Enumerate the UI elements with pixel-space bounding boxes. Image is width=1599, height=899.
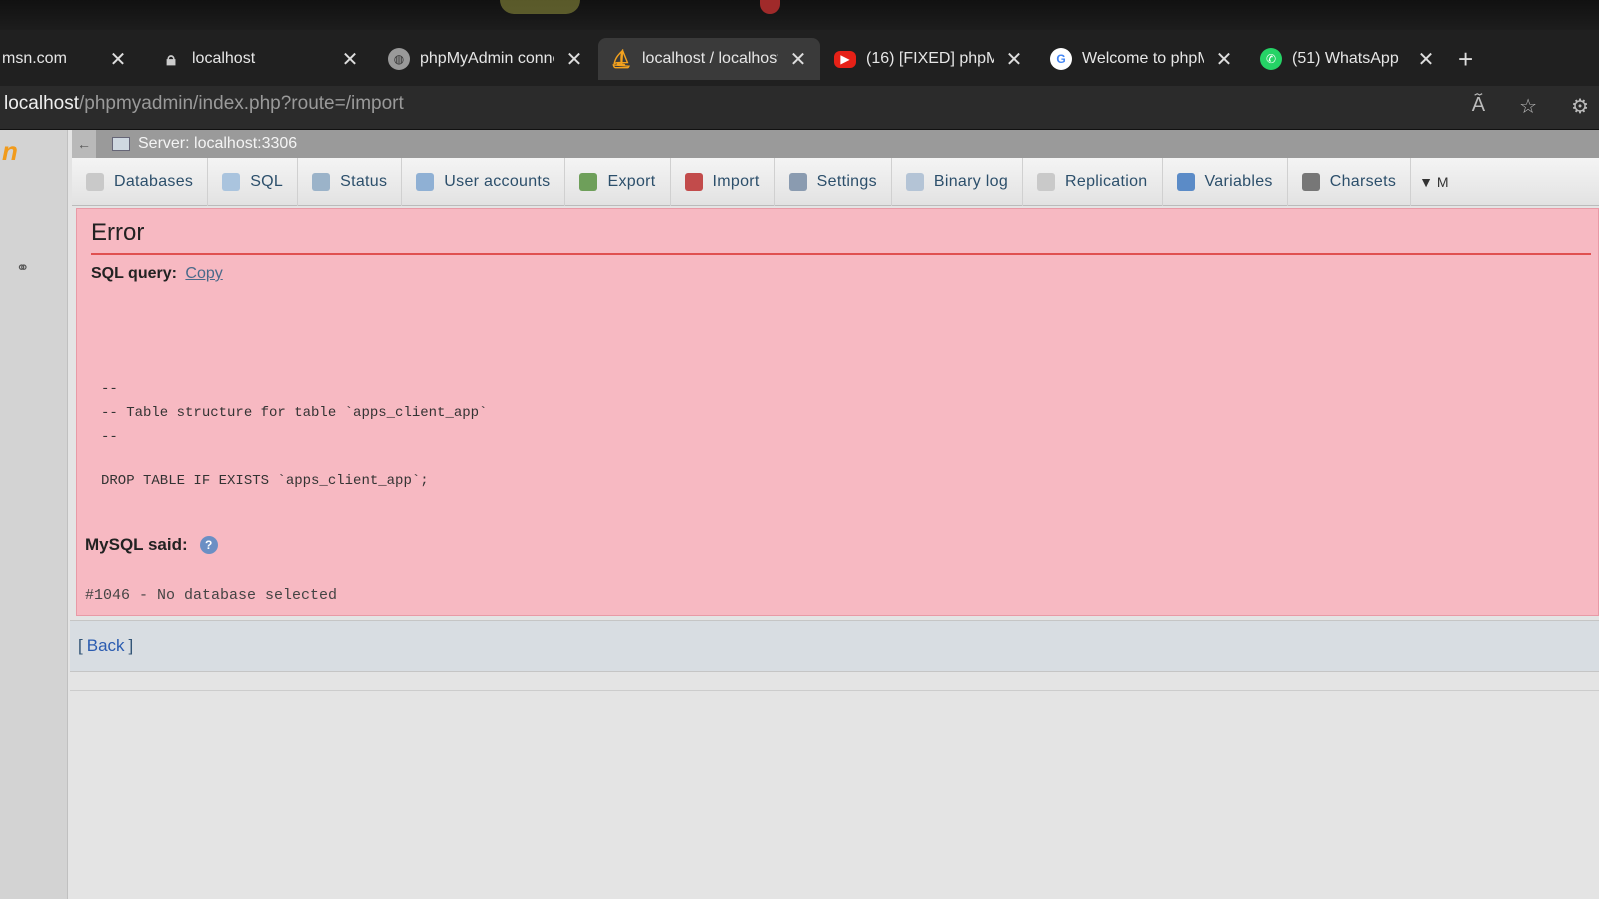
code-line: -- [101,381,118,397]
replication-icon [1037,172,1056,191]
tab-charsets[interactable]: Charsets [1288,157,1412,206]
sql-query-row: SQL query: Copy [91,265,223,283]
tab-title: msn.com [2,50,67,67]
tab-user-accounts[interactable]: User accounts [402,157,566,206]
bezel-indicator [760,0,780,14]
close-icon[interactable]: ✕ [108,47,128,72]
browser-tab-whatsapp[interactable]: ✆ (51) WhatsApp ✕ [1248,38,1448,80]
screen-bezel [0,0,1599,30]
close-icon[interactable]: ✕ [1214,47,1234,72]
link-icon[interactable]: ⚭ [16,258,29,278]
whatsapp-icon: ✆ [1260,48,1282,70]
variables-icon [1176,172,1195,191]
youtube-icon: ▶ [834,50,856,68]
main-menu: Databases SQL Status User accounts Expor… [72,157,1599,206]
tab-title: (51) WhatsApp [1292,50,1399,67]
bezel-glare [500,0,580,14]
mysql-said-label: MySQL said: [85,535,188,554]
error-message: #1046 - No database selected [85,587,338,604]
close-icon[interactable]: ✕ [1004,47,1024,72]
tab-export[interactable]: Export [565,157,671,206]
lock-icon: 🔒︎ [166,48,176,69]
back-link[interactable]: Back [87,636,125,656]
more-label: M [1436,173,1449,190]
help-icon[interactable]: ? [199,536,218,554]
tab-title: phpMyAdmin conne [420,50,554,67]
back-bar: [ Back ] [70,620,1599,672]
database-icon [86,172,104,191]
google-icon: G [1050,48,1072,70]
server-label[interactable]: Server: localhost:3306 [138,135,297,153]
copy-link[interactable]: Copy [185,265,222,282]
export-icon [579,172,598,191]
status-icon [312,172,331,191]
code-line: -- Table structure for table `apps_clien… [101,405,488,421]
tab-title: (16) [FIXED] phpMy [866,50,994,67]
tab-settings[interactable]: Settings [775,157,892,206]
tab-variables[interactable]: Variables [1163,157,1288,206]
sql-icon [222,172,241,191]
users-icon [416,172,435,191]
star-icon[interactable]: ☆ [1519,94,1537,119]
server-breadcrumb: Server: localhost:3306 [72,130,1599,158]
code-line: -- [101,429,118,445]
back-bracket-open: [ [78,636,83,655]
tab-status[interactable]: Status [298,157,403,206]
browser-tab-strip: msn.com ✕ 🔒︎ localhost ✕ ◍ phpMyAdmin co… [0,30,1599,86]
more-menu-button[interactable]: ▼ M [1411,174,1456,190]
browser-tab-localhost-pma[interactable]: ⛵︎ localhost / localhost ✕ [598,38,820,80]
browser-tab-localhost[interactable]: 🔒︎ localhost ✕ [148,38,372,80]
tab-title: Welcome to phpMy [1082,50,1204,67]
browser-tab-google[interactable]: G Welcome to phpMy ✕ [1038,38,1246,80]
url-text[interactable]: localhost/phpmyadmin/index.php?route=/im… [4,93,404,115]
close-icon[interactable]: ✕ [564,47,584,72]
back-bracket-close: ] [128,636,134,655]
wrench-icon [788,172,807,191]
extensions-icon[interactable]: ⚙ [1571,94,1589,119]
code-line: DROP TABLE IF EXISTS `apps_client_app`; [101,473,429,489]
browser-tab-youtube[interactable]: ▶ (16) [FIXED] phpMy ✕ [822,38,1036,80]
url-host: localhost [4,93,79,114]
new-tab-button[interactable]: + [1458,44,1473,75]
charsets-icon [1301,172,1320,191]
globe-icon: ◍ [388,48,410,70]
close-icon[interactable]: ✕ [340,47,360,72]
navigation-panel: n ⚭ [0,130,68,899]
tab-import[interactable]: Import [671,157,775,206]
page-content: n ⚭ Server: localhost:3306 ← Databases S… [0,130,1599,899]
address-bar[interactable]: localhost/phpmyadmin/index.php?route=/im… [0,86,1599,130]
tab-binary-log[interactable]: Binary log [892,157,1024,206]
tab-databases[interactable]: Databases [72,157,209,206]
browser-toolbar: A᷉ ☆ ⚙ [1472,94,1589,119]
error-box: Error SQL query: Copy -- -- Table struct… [76,208,1599,616]
close-icon[interactable]: ✕ [1416,47,1436,72]
mysql-said: MySQL said: ? [85,535,218,555]
divider [70,690,1599,691]
import-icon [684,172,703,191]
error-heading: Error [91,219,1591,255]
tab-title: localhost / localhost [642,50,778,67]
close-icon[interactable]: ✕ [788,47,808,72]
server-icon [112,137,130,151]
read-aloud-icon[interactable]: A᷉ [1472,94,1485,119]
url-path: /phpmyadmin/index.php?route=/import [79,93,404,114]
collapse-button[interactable]: ← [72,130,96,158]
tab-replication[interactable]: Replication [1023,157,1163,206]
sql-query-label: SQL query: [91,265,177,282]
browser-tab-msn[interactable]: msn.com ✕ [0,38,140,80]
phpmyadmin-logo[interactable]: n [2,136,18,167]
binary-log-icon [905,172,924,191]
tab-title: localhost [192,50,256,67]
tab-sql[interactable]: SQL [208,157,299,206]
browser-tab-phpmyadmin-connect[interactable]: ◍ phpMyAdmin conne ✕ [376,38,596,80]
phpmyadmin-icon: ⛵︎ [609,48,633,69]
